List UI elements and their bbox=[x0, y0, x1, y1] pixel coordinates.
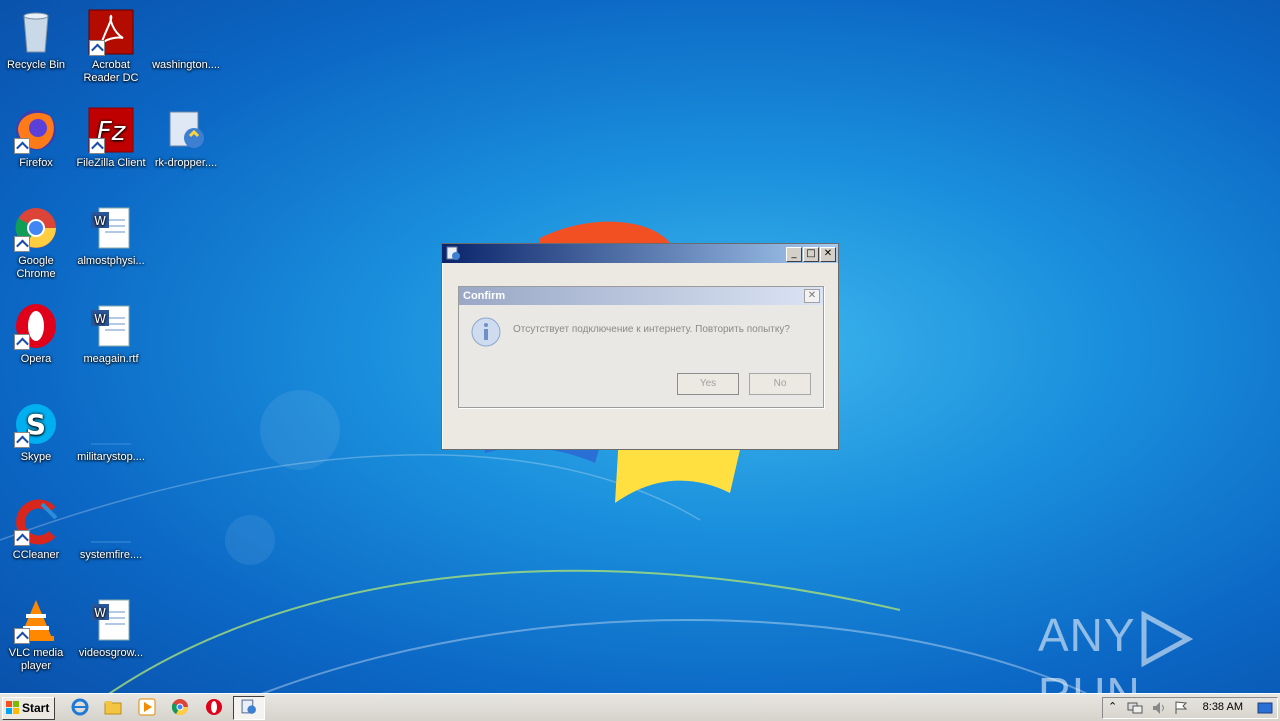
confirm-dialog-title[interactable]: Confirm ✕ bbox=[459, 287, 823, 305]
desktop-icon-skype[interactable]: S Skype bbox=[0, 400, 74, 464]
word-doc-icon: W bbox=[91, 305, 130, 347]
desktop-icon-filezilla[interactable]: Fz FileZilla Client bbox=[73, 106, 149, 170]
confirm-close-icon[interactable]: ✕ bbox=[804, 289, 820, 303]
chrome-taskbar-icon[interactable] bbox=[171, 698, 189, 716]
installer-icon bbox=[169, 111, 204, 148]
svg-text:W: W bbox=[94, 606, 106, 620]
tray-expand-icon[interactable]: ⌃ bbox=[1108, 700, 1117, 713]
confirm-title-text: Confirm bbox=[463, 290, 506, 302]
info-icon bbox=[471, 317, 501, 347]
yes-button[interactable]: Yes bbox=[677, 373, 739, 395]
desktop-icon-opera[interactable]: Opera bbox=[0, 302, 74, 366]
shortcut-arrow-icon bbox=[14, 236, 30, 252]
ie-icon[interactable] bbox=[71, 698, 89, 716]
desktop-icon-firefox[interactable]: Firefox bbox=[0, 106, 74, 170]
system-tray: ⌃ 8:38 AM bbox=[1102, 697, 1278, 719]
minimize-button[interactable]: _ bbox=[786, 247, 802, 262]
desktop-icon-rk-dropper[interactable]: rk-dropper.... bbox=[148, 106, 224, 170]
desktop-icon-videosgrow[interactable]: W videosgrow... bbox=[73, 596, 149, 660]
confirm-message: Отсутствует подключение к интернету. Пов… bbox=[513, 324, 790, 335]
word-doc-icon: W bbox=[91, 599, 130, 641]
svg-text:W: W bbox=[94, 214, 106, 228]
desktop-icon-acrobat[interactable]: Acrobat Reader DC bbox=[73, 8, 149, 85]
blank-file-icon bbox=[166, 51, 210, 53]
desktop-icon-recycle-bin[interactable]: Recycle Bin bbox=[0, 8, 74, 72]
no-button[interactable]: No bbox=[749, 373, 811, 395]
start-button[interactable]: Start bbox=[2, 697, 55, 720]
app-window[interactable]: _ □ ✕ Confirm ✕ Отсутствует подключение … bbox=[441, 243, 839, 450]
shortcut-arrow-icon bbox=[14, 138, 30, 154]
taskbar: Start ⌃ 8:38 AM bbox=[0, 693, 1280, 721]
action-center-flag-icon[interactable] bbox=[1173, 701, 1189, 715]
shortcut-arrow-icon bbox=[14, 628, 30, 644]
blank-file-icon bbox=[91, 443, 131, 445]
close-button[interactable]: ✕ bbox=[820, 247, 836, 262]
active-app-taskbar-button[interactable] bbox=[233, 696, 265, 720]
play-logo-icon bbox=[1141, 610, 1193, 667]
volume-icon[interactable] bbox=[1151, 701, 1167, 715]
svg-text:W: W bbox=[94, 312, 106, 326]
desktop-icon-vlc[interactable]: VLC media player bbox=[0, 596, 74, 673]
shortcut-arrow-icon bbox=[14, 432, 30, 448]
shortcut-arrow-icon bbox=[89, 138, 105, 154]
recycle-bin-icon bbox=[23, 12, 49, 53]
clock[interactable]: 8:38 AM bbox=[1203, 701, 1243, 713]
app-window-titlebar[interactable]: _ □ ✕ bbox=[442, 244, 838, 263]
shortcut-arrow-icon bbox=[89, 40, 105, 56]
desktop-icon-militarystop[interactable]: militarystop.... bbox=[73, 400, 149, 464]
network-icon[interactable] bbox=[1127, 701, 1143, 715]
app-icon bbox=[446, 246, 460, 260]
shortcut-arrow-icon bbox=[14, 530, 30, 546]
show-desktop-icon[interactable] bbox=[1257, 702, 1273, 714]
desktop-icon-ccleaner[interactable]: CCleaner bbox=[0, 498, 74, 562]
explorer-folder-icon[interactable] bbox=[104, 698, 122, 716]
word-doc-icon: W bbox=[91, 207, 130, 249]
desktop-icon-almostphysi[interactable]: W almostphysi... bbox=[73, 204, 149, 268]
confirm-dialog: Confirm ✕ Отсутствует подключение к инте… bbox=[458, 286, 824, 408]
windows-logo-icon bbox=[6, 701, 19, 714]
blank-file-icon bbox=[91, 541, 131, 543]
desktop-icon-chrome[interactable]: Google Chrome bbox=[0, 204, 74, 281]
maximize-button[interactable]: □ bbox=[803, 247, 819, 262]
desktop-icon-systemfire[interactable]: systemfire.... bbox=[73, 498, 149, 562]
desktop-icon-washington[interactable]: washington.... bbox=[148, 8, 224, 72]
shortcut-arrow-icon bbox=[14, 334, 30, 350]
desktop-icon-meagain[interactable]: W meagain.rtf bbox=[73, 302, 149, 366]
media-player-icon[interactable] bbox=[138, 698, 156, 716]
opera-taskbar-icon[interactable] bbox=[205, 698, 223, 716]
app-taskbar-icon bbox=[241, 699, 256, 714]
